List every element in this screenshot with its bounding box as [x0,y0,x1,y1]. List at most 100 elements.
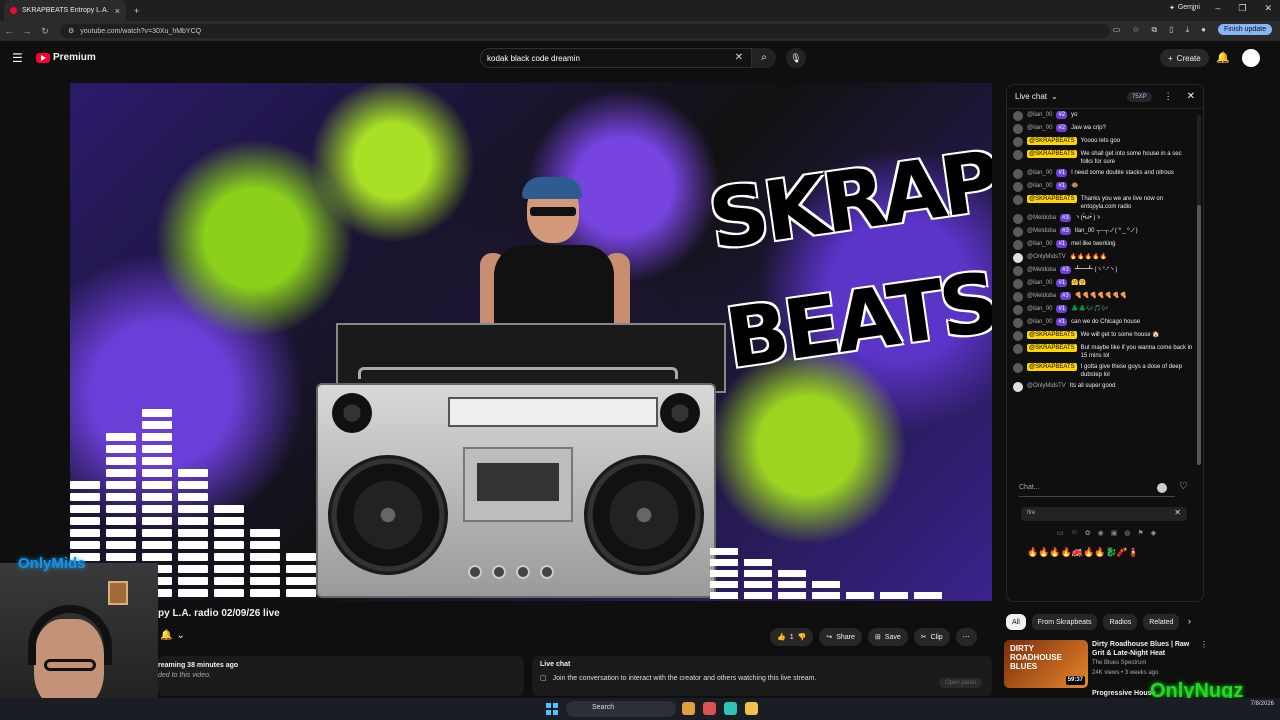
category-icon[interactable]: ◉ [1098,529,1104,537]
rec-title-2[interactable]: Progressive House [1092,690,1155,697]
user-avatar[interactable] [1013,137,1023,147]
chrome-icon[interactable] [703,702,716,715]
chat-author[interactable]: @ilan_00 [1027,182,1052,190]
close-window-icon[interactable]: ✕ [1264,3,1272,14]
like-button[interactable]: 👍 1 👎 [770,628,814,646]
bookmark-star-icon[interactable]: ☆ [1132,25,1139,34]
notifications-bell-icon[interactable]: 🔔 [1216,51,1230,64]
chat-title[interactable]: Live chat [1015,92,1047,101]
youtube-logo[interactable]: Premium [36,52,96,63]
chat-author[interactable]: @SKRAPBEATS [1027,137,1077,145]
clear-search-icon[interactable]: ✕ [735,52,743,63]
chat-author[interactable]: @Meldoba [1027,227,1056,235]
chat-input[interactable]: Chat... [1019,481,1175,497]
chevron-down-icon[interactable]: ⌄ [1051,92,1058,101]
menu-icon[interactable]: ☰ [12,51,23,65]
chat-author[interactable]: @ilan_00 [1027,124,1052,132]
more-vert-icon[interactable]: ⋮ [1164,91,1173,102]
xp-badge[interactable]: 75XP [1126,91,1152,102]
back-icon[interactable]: ← [0,26,18,36]
category-icon[interactable]: ▭ [1057,529,1064,537]
user-avatar[interactable] [1013,182,1023,192]
user-avatar[interactable] [1013,169,1023,179]
chat-author[interactable]: @OnlyMidsTV [1027,382,1066,390]
more-vert-icon[interactable]: ⋮ [1200,640,1208,649]
chevron-right-icon[interactable]: › [1188,616,1191,626]
emoji-results[interactable]: 🔥🔥🔥🔥🚒🔥🔥🐉🧨🧯 [1027,547,1139,558]
chat-author[interactable]: @ilan_00 [1027,240,1052,248]
chat-author[interactable]: @ilan_00 [1027,111,1052,119]
subscription-bell[interactable]: 🔔 ⌄ [160,630,185,641]
user-avatar[interactable] [1013,111,1023,121]
user-avatar[interactable] [1013,363,1023,373]
chat-author[interactable]: @ilan_00 [1027,305,1052,313]
chat-author[interactable]: @SKRAPBEATS [1027,363,1077,371]
chat-author[interactable]: @OnlyMidsTV [1027,253,1066,261]
category-icon[interactable]: ✿ [1085,529,1091,537]
chat-author[interactable]: @ilan_00 [1027,279,1052,287]
sidepanel-icon[interactable]: ▯ [1169,25,1173,34]
finish-update-button[interactable]: Finish update [1217,24,1272,35]
chat-author[interactable]: @Meldoba [1027,214,1056,222]
video-player[interactable]: SKRAP BEATS [70,83,992,601]
thumbs-down-icon[interactable]: 👎 [798,633,807,641]
filter-chip[interactable]: Related [1143,614,1180,630]
clip-button[interactable]: ✂ Clip [913,628,950,646]
minimize-icon[interactable]: – [1215,3,1220,14]
reload-icon[interactable]: ↻ [36,26,54,37]
category-icon[interactable]: ▣ [1111,529,1118,537]
filter-chip[interactable]: Radios [1103,614,1138,630]
chat-author[interactable]: @Meldoba [1027,266,1056,274]
category-icon[interactable]: ◆ [1151,529,1156,537]
category-icon[interactable]: ☺ [1071,529,1078,537]
download-icon[interactable]: ⤓ [1186,25,1190,35]
chat-author[interactable]: @SKRAPBEATS [1027,344,1077,352]
user-avatar[interactable] [1013,124,1023,134]
cast-icon[interactable]: ▭ [1113,25,1121,34]
category-icon[interactable]: ◍ [1124,529,1130,537]
user-avatar[interactable] [1013,266,1023,276]
close-tab-icon[interactable]: × [115,6,120,16]
category-icon[interactable]: ⚑ [1138,529,1144,537]
app-icon[interactable] [682,702,695,715]
app-icon[interactable] [724,702,737,715]
rec-channel[interactable]: The Blues Spectrum [1092,660,1146,666]
browser-tab[interactable]: SKRAPBEATS Entropy L.A. × [4,0,126,21]
search-input[interactable]: kodak black code dreamin ✕ [480,48,752,68]
folder-icon[interactable] [745,702,758,715]
heart-icon[interactable]: ♡ [1179,481,1188,492]
user-avatar[interactable] [1013,227,1023,237]
chat-scrollbar[interactable] [1197,115,1201,465]
search-button[interactable]: ⌕ [752,48,776,68]
chat-author[interactable]: @SKRAPBEATS [1027,150,1077,158]
account-avatar[interactable] [1242,49,1260,67]
chat-author[interactable]: @Meldoba [1027,292,1056,300]
windows-start-icon[interactable] [546,703,558,715]
clear-emoji-search-icon[interactable]: ✕ [1174,508,1181,517]
share-button[interactable]: ↪ Share [819,628,862,646]
chat-author[interactable]: @ilan_00 [1027,318,1052,326]
new-tab-button[interactable]: + [134,6,139,16]
profile-icon[interactable]: ● [1201,25,1206,34]
close-chat-icon[interactable]: ✕ [1187,91,1195,102]
user-avatar[interactable] [1013,253,1023,263]
extensions-icon[interactable]: ⧉ [1151,25,1157,35]
site-info-icon[interactable]: ⚙ [68,27,74,35]
user-avatar[interactable] [1013,195,1023,205]
user-avatar[interactable] [1013,318,1023,328]
emoji-picker-icon[interactable] [1157,483,1167,493]
system-clock[interactable]: 7/8/2026 [1251,700,1274,708]
user-avatar[interactable] [1013,279,1023,289]
taskbar-search[interactable]: Search [566,701,676,717]
filter-chip[interactable]: All [1006,614,1026,630]
user-avatar[interactable] [1013,331,1023,341]
user-avatar[interactable] [1013,240,1023,250]
chat-author[interactable]: @SKRAPBEATS [1027,331,1077,339]
open-panel-button[interactable]: Open panel [938,678,982,688]
url-input[interactable]: ⚙ youtube.com/watch?v=30Xu_hMbYCQ [60,24,1110,38]
maximize-icon[interactable]: ❐ [1238,3,1246,14]
user-avatar[interactable] [1013,305,1023,315]
more-actions-button[interactable]: ⋯ [955,628,977,646]
chat-author[interactable]: @ilan_00 [1027,169,1052,177]
user-avatar[interactable] [1013,150,1023,160]
